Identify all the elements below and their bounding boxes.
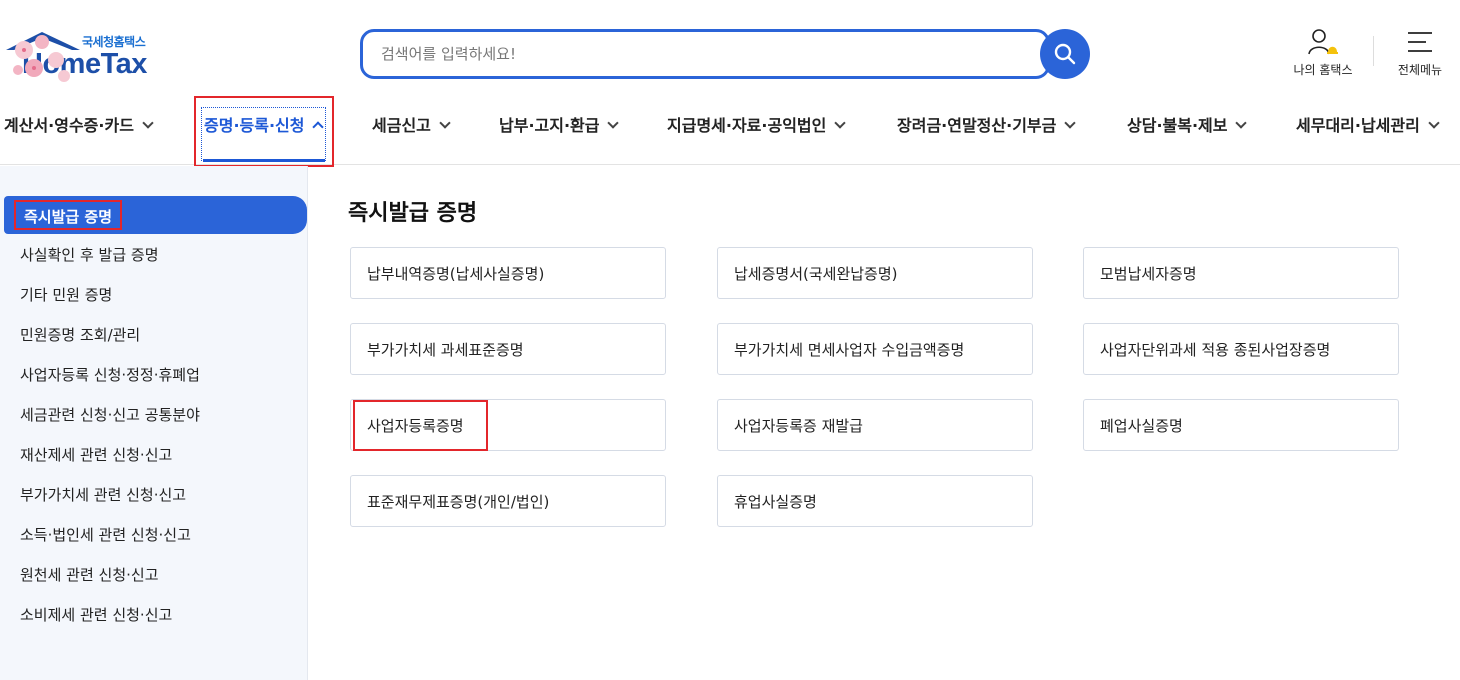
sidebar-item[interactable]: 민원증명 조회/관리	[20, 324, 140, 345]
certificate-card[interactable]: 모범납세자증명	[1083, 247, 1399, 299]
gnb-label: 계산서·영수증·카드	[4, 116, 134, 135]
certificate-card[interactable]: 휴업사실증명	[717, 475, 1033, 527]
main-navigation: 계산서·영수증·카드 증명·등록·신청 세금신고 납부·고지·환급 지급명세·자…	[0, 96, 1460, 167]
gnb-label: 세무대리·납세관리	[1296, 116, 1420, 135]
chevron-down-icon	[607, 117, 620, 129]
gnb-label: 납부·고지·환급	[499, 116, 600, 135]
card-label: 폐업사실증명	[1100, 417, 1183, 435]
gnb-item-agent[interactable]: 세무대리·납세관리	[1296, 112, 1440, 138]
sidebar-item[interactable]: 재산제세 관련 신청·신고	[20, 444, 172, 465]
card-label: 모범납세자증명	[1100, 265, 1197, 283]
search-box	[360, 29, 1050, 79]
my-hometax-label: 나의 홈택스	[1293, 63, 1353, 77]
hometax-logo[interactable]: 국세청홈택스 HomeTax	[4, 30, 244, 90]
sidebar-item[interactable]: 소비제세 관련 신청·신고	[20, 604, 172, 625]
certificate-card[interactable]: 납부내역증명(납세사실증명)	[350, 247, 666, 299]
gnb-label: 증명·등록·신청	[204, 116, 305, 135]
user-bell-icon	[1308, 29, 1338, 55]
gnb-item-statements[interactable]: 지급명세·자료·공익법인	[667, 112, 847, 138]
active-tab-underline	[203, 159, 325, 162]
chevron-down-icon	[142, 117, 154, 129]
page-title: 즉시발급 증명	[348, 201, 478, 226]
certificate-card[interactable]: 사업자단위과세 적용 종된사업장증명	[1083, 323, 1399, 375]
sidebar: 즉시발급 증명 사실확인 후 발급 증명 기타 민원 증명 민원증명 조회/관리…	[0, 166, 308, 680]
gnb-item-invoice[interactable]: 계산서·영수증·카드	[4, 112, 154, 138]
sidebar-item[interactable]: 기타 민원 증명	[20, 284, 112, 305]
chevron-down-icon	[1428, 117, 1440, 129]
search-icon	[1054, 43, 1076, 65]
search-button[interactable]	[1040, 29, 1090, 79]
gnb-label: 지급명세·자료·공익법인	[667, 116, 827, 135]
gnb-label: 장려금·연말정산·기부금	[897, 116, 1057, 135]
gnb-label: 상담·불복·제보	[1127, 116, 1228, 135]
all-menu-button[interactable]: 전체메뉴	[1390, 28, 1450, 78]
sidebar-item-instant-certificate[interactable]: 즉시발급 증명	[4, 196, 307, 234]
sidebar-item[interactable]: 원천세 관련 신청·신고	[20, 564, 159, 585]
gnb-item-incentive[interactable]: 장려금·연말정산·기부금	[897, 112, 1077, 138]
card-label: 사업자단위과세 적용 종된사업장증명	[1100, 341, 1331, 359]
certificate-card[interactable]: 납세증명서(국세완납증명)	[717, 247, 1033, 299]
gnb-item-consult[interactable]: 상담·불복·제보	[1127, 112, 1248, 138]
certificate-card[interactable]: 부가가치세 면세사업자 수입금액증명	[717, 323, 1033, 375]
gnb-label: 세금신고	[372, 116, 431, 135]
certificate-card[interactable]: 폐업사실증명	[1083, 399, 1399, 451]
sidebar-item[interactable]: 세금관련 신청·신고 공통분야	[20, 404, 200, 425]
search-input[interactable]	[381, 32, 1021, 76]
card-label: 표준재무제표증명(개인/법인)	[367, 493, 550, 511]
certificate-card[interactable]: 표준재무제표증명(개인/법인)	[350, 475, 666, 527]
card-label: 부가가치세 면세사업자 수입금액증명	[734, 341, 965, 359]
certificate-card[interactable]: 사업자등록증 재발급	[717, 399, 1033, 451]
card-label: 부가가치세 과세표준증명	[367, 341, 524, 359]
chevron-down-icon	[1235, 117, 1248, 129]
sidebar-item-label: 즉시발급 증명	[14, 200, 123, 230]
chevron-down-icon	[439, 117, 451, 129]
utility-divider	[1373, 36, 1374, 66]
chevron-down-icon	[1064, 117, 1077, 129]
chevron-down-icon	[834, 117, 847, 129]
card-label: 납부내역증명(납세사실증명)	[367, 265, 545, 283]
card-label: 납세증명서(국세완납증명)	[734, 265, 898, 283]
my-hometax-button[interactable]: 나의 홈택스	[1288, 28, 1358, 78]
gnb-item-payment[interactable]: 납부·고지·환급	[499, 112, 620, 138]
card-label: 사업자등록증 재발급	[734, 417, 863, 435]
highlight-box	[353, 400, 488, 451]
sidebar-item[interactable]: 부가가치세 관련 신청·신고	[20, 484, 186, 505]
cherry-blossom-icon	[13, 35, 70, 82]
sidebar-item[interactable]: 소득·법인세 관련 신청·신고	[20, 524, 191, 545]
sidebar-item[interactable]: 사업자등록 신청·정정·휴폐업	[20, 364, 200, 385]
site-header: 국세청홈택스 HomeTax 나의 홈택스	[0, 0, 1460, 100]
gnb-item-tax-report[interactable]: 세금신고	[372, 112, 451, 138]
all-menu-label: 전체메뉴	[1397, 63, 1443, 77]
sidebar-item[interactable]: 사실확인 후 발급 증명	[20, 244, 159, 265]
gnb-item-certificate[interactable]: 증명·등록·신청	[204, 112, 325, 138]
chevron-up-icon	[312, 121, 325, 133]
certificate-card[interactable]: 부가가치세 과세표준증명	[350, 323, 666, 375]
hamburger-menu-icon	[1408, 32, 1432, 52]
card-label: 휴업사실증명	[734, 493, 817, 511]
